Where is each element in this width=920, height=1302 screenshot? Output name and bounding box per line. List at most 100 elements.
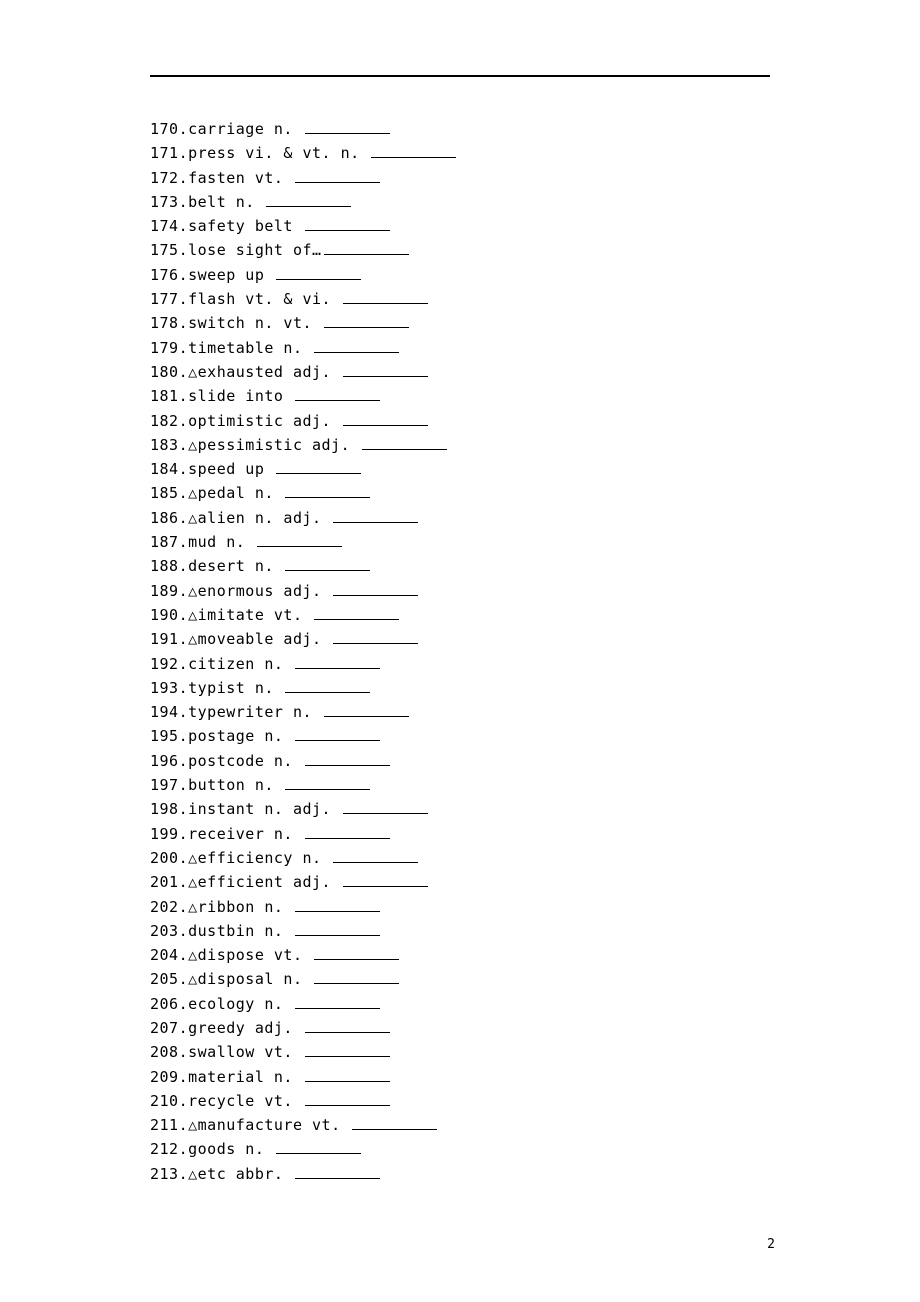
item-number: 175 <box>150 241 179 259</box>
item-text: goods n. <box>188 1140 274 1158</box>
answer-blank <box>285 483 370 498</box>
vocab-item: 188.desert n. <box>150 554 770 578</box>
item-number: 170 <box>150 120 179 138</box>
vocab-item: 170.carriage n. <box>150 117 770 141</box>
item-text: flash vt. & vi. <box>188 290 341 308</box>
item-text: belt n. <box>188 193 264 211</box>
vocab-item: 199.receiver n. <box>150 822 770 846</box>
item-number: 203 <box>150 922 179 940</box>
item-text: lose sight of… <box>188 241 321 259</box>
vocab-item: 205.△disposal n. <box>150 967 770 991</box>
vocab-item: 186.△alien n. adj. <box>150 506 770 530</box>
vocab-item: 198.instant n. adj. <box>150 797 770 821</box>
answer-blank <box>295 386 380 401</box>
vocab-item: 189.△enormous adj. <box>150 579 770 603</box>
item-text: carriage n. <box>188 120 302 138</box>
vocab-item: 206.ecology n. <box>150 992 770 1016</box>
item-number: 198 <box>150 800 179 818</box>
answer-blank <box>285 678 370 693</box>
answer-blank <box>343 289 428 304</box>
item-number: 197 <box>150 776 179 794</box>
answer-blank <box>343 872 428 887</box>
answer-blank <box>285 775 370 790</box>
answer-blank <box>324 702 409 717</box>
vocab-item: 196.postcode n. <box>150 749 770 773</box>
vocab-item: 179.timetable n. <box>150 336 770 360</box>
vocab-item: 193.typist n. <box>150 676 770 700</box>
item-number: 199 <box>150 825 179 843</box>
vocab-item: 195.postage n. <box>150 724 770 748</box>
vocab-item: 183.△pessimistic adj. <box>150 433 770 457</box>
answer-blank <box>305 824 390 839</box>
item-number: 181 <box>150 387 179 405</box>
answer-blank <box>371 143 456 158</box>
item-text: △etc abbr. <box>188 1165 293 1183</box>
item-number: 201 <box>150 873 179 891</box>
item-number: 173 <box>150 193 179 211</box>
item-text: mud n. <box>188 533 255 551</box>
item-number: 174 <box>150 217 179 235</box>
item-text: instant n. adj. <box>188 800 341 818</box>
vocab-item: 209.material n. <box>150 1065 770 1089</box>
item-number: 193 <box>150 679 179 697</box>
item-text: ecology n. <box>188 995 293 1013</box>
answer-blank <box>276 459 361 474</box>
item-text: swallow vt. <box>188 1043 302 1061</box>
vocab-item: 174.safety belt <box>150 214 770 238</box>
vocab-item: 172.fasten vt. <box>150 166 770 190</box>
item-text: △manufacture vt. <box>188 1116 350 1134</box>
answer-blank <box>314 605 399 620</box>
item-number: 187 <box>150 533 179 551</box>
horizontal-rule <box>150 75 770 77</box>
item-number: 180 <box>150 363 179 381</box>
vocab-item: 212.goods n. <box>150 1137 770 1161</box>
answer-blank <box>324 313 409 328</box>
item-number: 177 <box>150 290 179 308</box>
item-text: typewriter n. <box>188 703 321 721</box>
item-number: 186 <box>150 509 179 527</box>
item-text: △alien n. adj. <box>188 509 331 527</box>
answer-blank <box>343 411 428 426</box>
vocab-item: 211.△manufacture vt. <box>150 1113 770 1137</box>
item-text: △exhausted adj. <box>188 363 341 381</box>
item-text: safety belt <box>188 217 302 235</box>
vocab-item: 210.recycle vt. <box>150 1089 770 1113</box>
vocab-item: 182.optimistic adj. <box>150 409 770 433</box>
item-number: 184 <box>150 460 179 478</box>
item-number: 210 <box>150 1092 179 1110</box>
vocab-item: 184.speed up <box>150 457 770 481</box>
vocab-item: 181.slide into <box>150 384 770 408</box>
item-number: 207 <box>150 1019 179 1037</box>
item-number: 171 <box>150 144 179 162</box>
item-number: 206 <box>150 995 179 1013</box>
vocab-item: 208.swallow vt. <box>150 1040 770 1064</box>
answer-blank <box>305 751 390 766</box>
item-text: greedy adj. <box>188 1019 302 1037</box>
item-text: optimistic adj. <box>188 412 341 430</box>
item-text: desert n. <box>188 557 283 575</box>
answer-blank <box>285 556 370 571</box>
vocab-item: 213.△etc abbr. <box>150 1162 770 1186</box>
vocab-item: 192.citizen n. <box>150 652 770 676</box>
vocab-item: 194.typewriter n. <box>150 700 770 724</box>
item-number: 178 <box>150 314 179 332</box>
item-number: 212 <box>150 1140 179 1158</box>
answer-blank <box>295 726 380 741</box>
vocab-item: 173.belt n. <box>150 190 770 214</box>
item-number: 192 <box>150 655 179 673</box>
answer-blank <box>295 168 380 183</box>
vocab-item: 201.△efficient adj. <box>150 870 770 894</box>
item-text: △imitate vt. <box>188 606 312 624</box>
item-text: press vi. & vt. n. <box>188 144 369 162</box>
vocab-item: 204.△dispose vt. <box>150 943 770 967</box>
item-text: recycle vt. <box>188 1092 302 1110</box>
answer-blank <box>324 240 409 255</box>
item-text: △ribbon n. <box>188 898 293 916</box>
item-text: dustbin n. <box>188 922 293 940</box>
item-number: 200 <box>150 849 179 867</box>
item-number: 211 <box>150 1116 179 1134</box>
item-number: 202 <box>150 898 179 916</box>
item-text: timetable n. <box>188 339 312 357</box>
item-number: 209 <box>150 1068 179 1086</box>
item-number: 195 <box>150 727 179 745</box>
